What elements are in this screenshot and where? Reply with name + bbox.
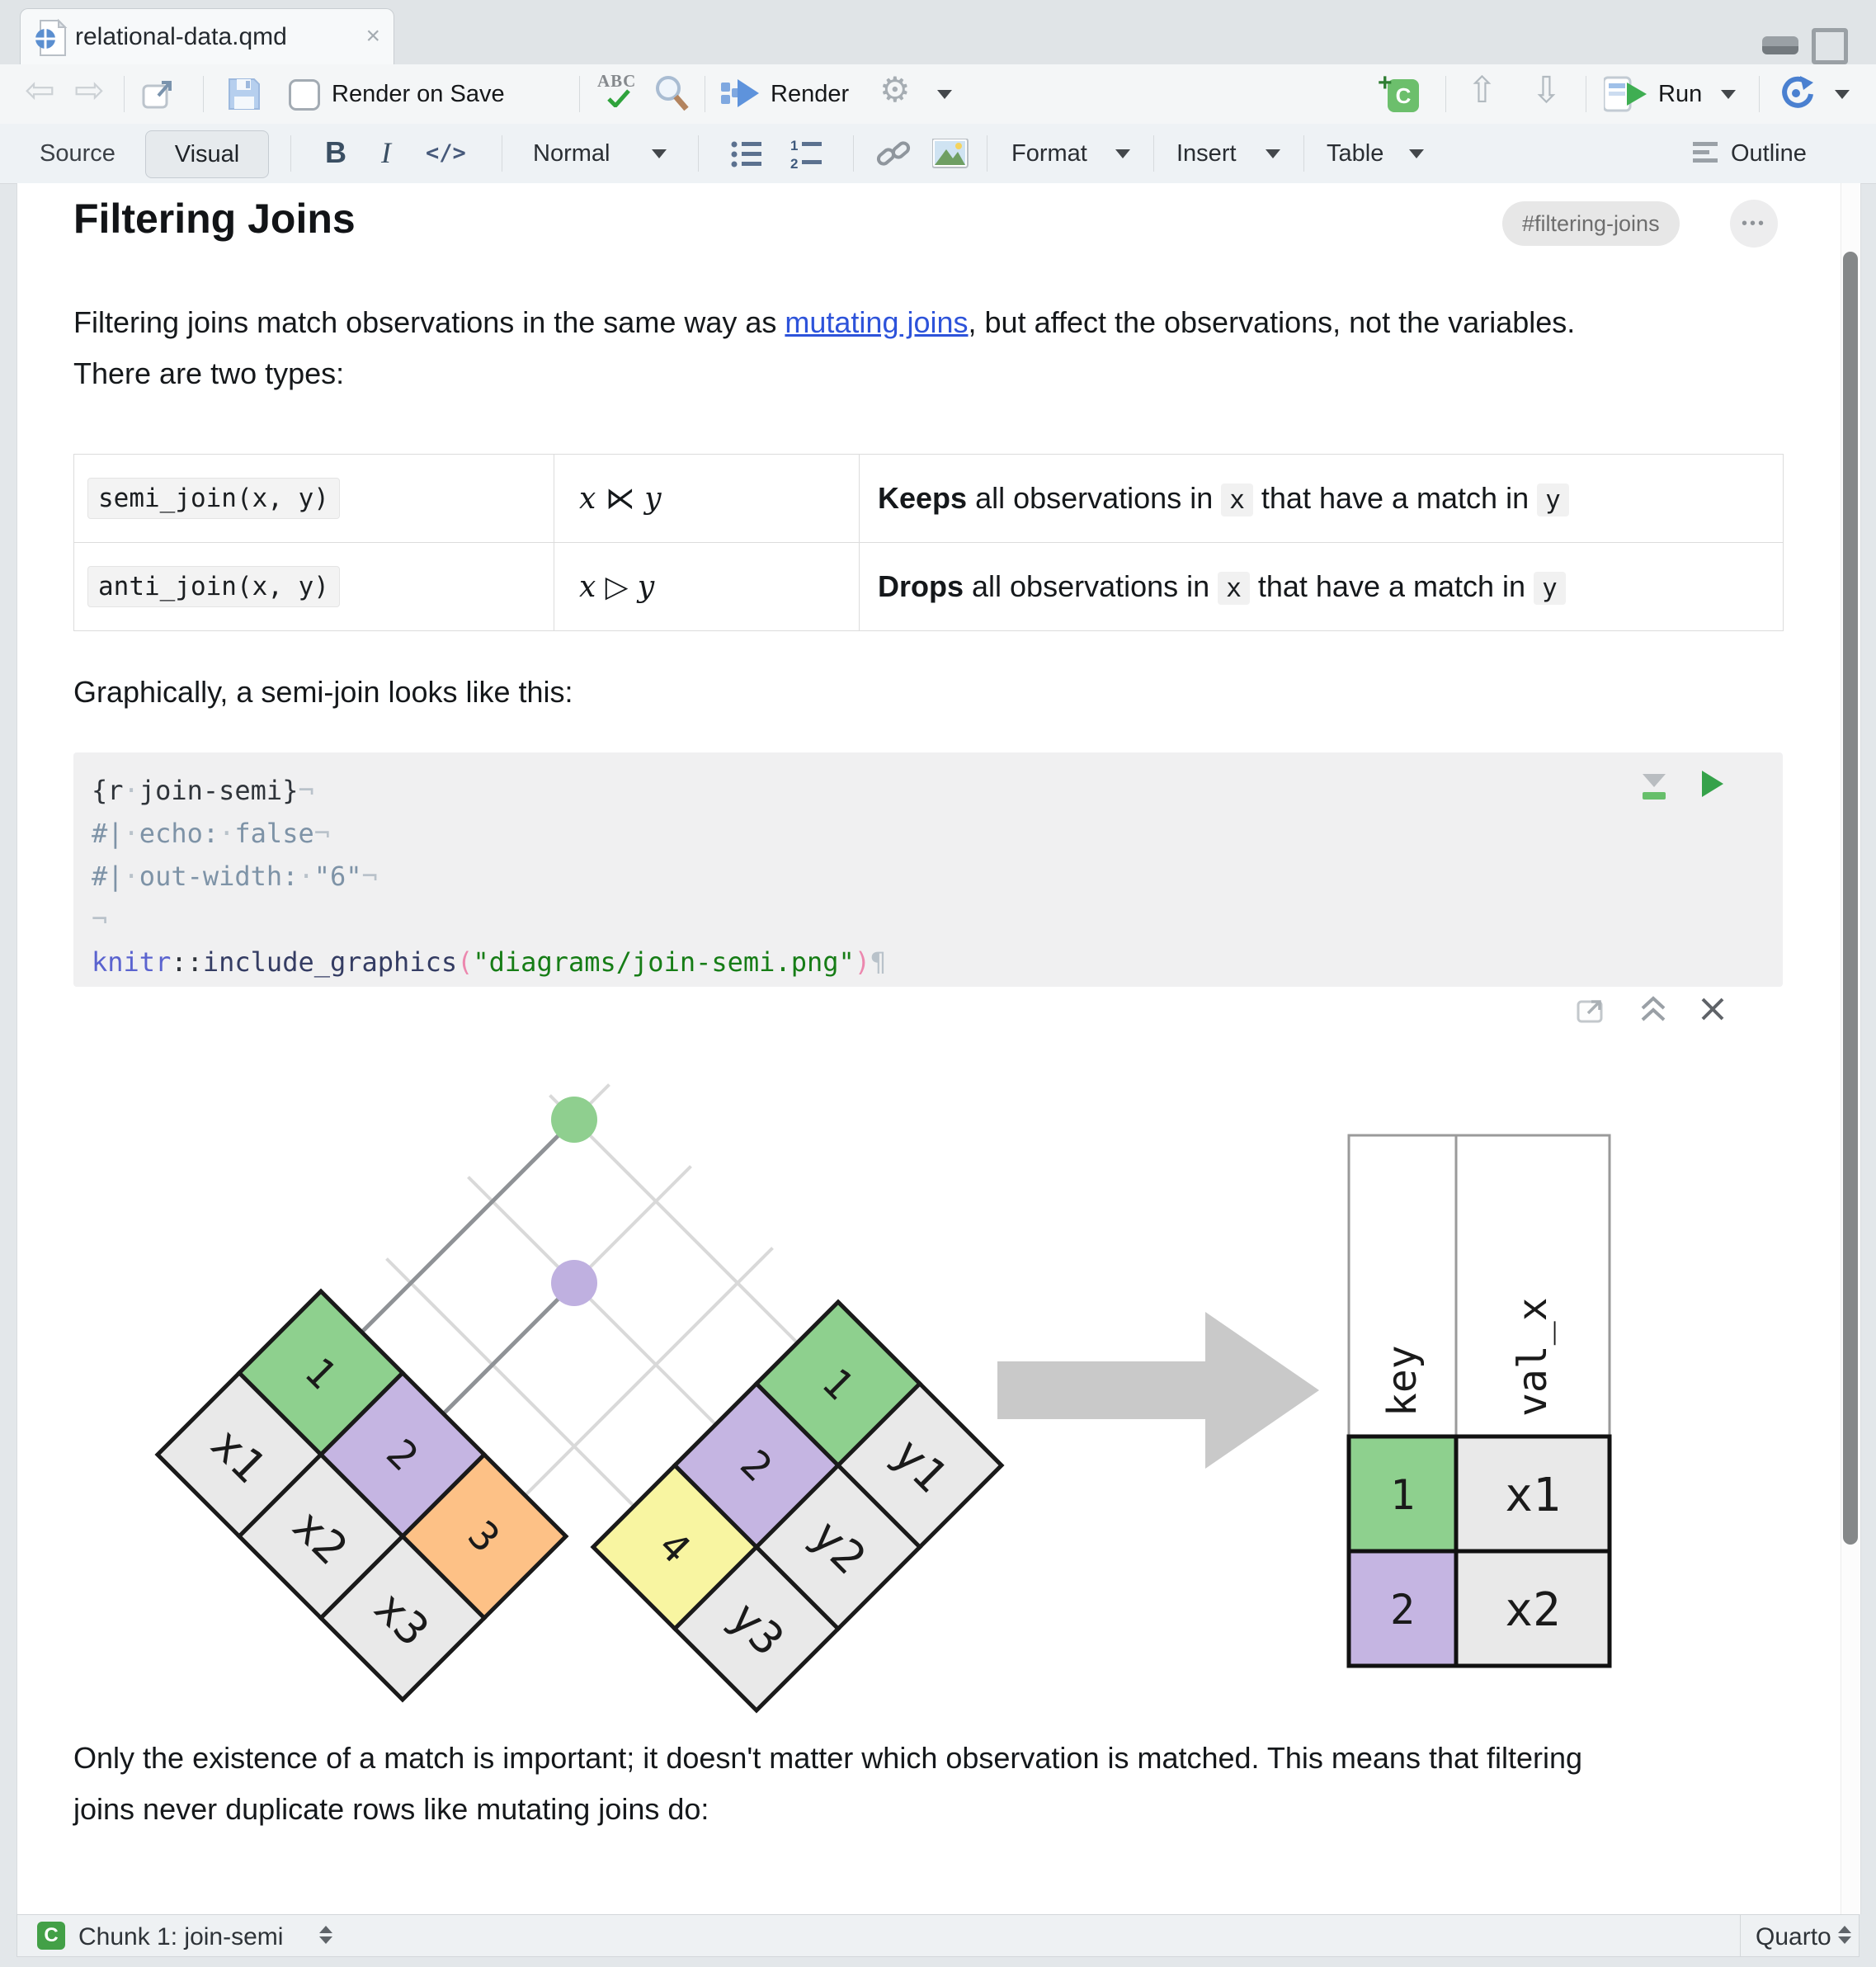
svg-text:val_x: val_x — [1510, 1298, 1556, 1417]
back-icon[interactable]: ⇦ — [25, 69, 55, 111]
tab-bar: relational-data.qmd × — [0, 0, 1876, 65]
render-on-save-checkbox[interactable] — [289, 79, 320, 111]
semi-join-math: x ⋉ y — [554, 454, 860, 543]
plus-icon: + — [1378, 69, 1393, 97]
rerun-icon[interactable] — [1777, 74, 1815, 112]
forward-icon[interactable]: ⇨ — [74, 69, 105, 111]
tab-relational-data[interactable]: relational-data.qmd × — [20, 8, 394, 65]
visual-mode-button[interactable]: Visual — [145, 130, 269, 178]
scrollbar-thumb[interactable] — [1843, 252, 1858, 1545]
svg-text:2: 2 — [790, 156, 798, 170]
svg-text:2: 2 — [1390, 1586, 1415, 1634]
code-chunk[interactable]: {r·join-semi}¬ #|·echo:·false¬ #|·out-widt… — [73, 752, 1783, 987]
visual-editor: Filtering Joins #filtering-joins ••• Fil… — [16, 183, 1861, 1914]
save-icon[interactable] — [226, 76, 262, 112]
section-options-button[interactable]: ••• — [1730, 200, 1778, 248]
inline-code-button[interactable]: </> — [426, 140, 466, 166]
run-button[interactable]: Run — [1658, 81, 1702, 108]
render-options-caret-icon[interactable] — [937, 90, 952, 99]
section-anchor-badge: #filtering-joins — [1502, 201, 1680, 246]
run-chunks-above-icon[interactable] — [1641, 771, 1669, 804]
format-menu-caret-icon[interactable] — [1115, 149, 1130, 158]
run-icon — [1604, 76, 1647, 112]
svg-text:key: key — [1379, 1345, 1426, 1417]
render-on-save-label: Render on Save — [332, 81, 505, 107]
table-row: anti_join(x, y) x ▷ y Drops all observat… — [73, 542, 1784, 631]
mutating-joins-link[interactable]: mutating joins — [785, 305, 968, 339]
outline-icon[interactable] — [1693, 142, 1721, 167]
table-menu[interactable]: Table — [1327, 140, 1383, 167]
source-mode-button[interactable]: Source — [40, 140, 115, 167]
svg-text:1: 1 — [790, 139, 798, 153]
intro-paragraph: Filtering joins match observations in th… — [73, 297, 1624, 399]
paragraph-style-caret-icon[interactable] — [652, 149, 667, 158]
anti-join-math: x ▷ y — [554, 542, 860, 631]
window-maximize-button[interactable] — [1812, 28, 1848, 64]
page-title: Filtering Joins — [73, 196, 356, 242]
numbered-list-icon[interactable]: 1 2 — [790, 139, 825, 170]
table-menu-caret-icon[interactable] — [1409, 149, 1424, 158]
spellcheck-icon[interactable]: ABC — [597, 71, 643, 117]
doc-type-updown-icon — [1838, 1924, 1851, 1946]
svg-text:1: 1 — [1390, 1471, 1415, 1519]
search-icon[interactable] — [653, 74, 690, 112]
intro-text: Filtering joins match observations in th… — [73, 305, 785, 339]
paragraph-style-select[interactable]: Normal — [533, 140, 610, 167]
quarto-file-icon — [35, 19, 68, 56]
rerun-options-caret-icon[interactable] — [1835, 90, 1850, 99]
format-toolbar: Source Visual B I </> Normal 1 2 Format … — [0, 124, 1876, 184]
match-dot-green — [551, 1097, 597, 1143]
main-toolbar: ⇦ ⇨ Render on Save ABC Render ⚙ C + ⇧ ⇩ — [0, 64, 1876, 125]
status-bar: C Chunk 1: join-semi Quarto — [16, 1914, 1860, 1957]
editor-scrollbar[interactable] — [1841, 183, 1860, 1914]
render-button[interactable]: Render — [771, 81, 849, 108]
match-dot-purple — [551, 1260, 597, 1306]
svg-text:x2: x2 — [1505, 1583, 1560, 1637]
semi-join-code: semi_join(x, y) — [87, 478, 340, 519]
anti-join-code: anti_join(x, y) — [87, 566, 340, 607]
table-row: semi_join(x, y) x ⋉ y Keeps all observat… — [73, 454, 1784, 543]
window-minimize-button[interactable] — [1762, 36, 1798, 54]
open-in-new-window-icon[interactable] — [142, 78, 175, 111]
run-options-caret-icon[interactable] — [1721, 90, 1736, 99]
result-arrow-icon — [997, 1312, 1319, 1469]
insert-chunk-button[interactable]: C + — [1378, 69, 1421, 114]
go-to-previous-chunk-icon[interactable]: ⇧ — [1467, 69, 1497, 111]
italic-button[interactable]: I — [381, 135, 391, 170]
graphically-paragraph: Graphically, a semi-join looks like this… — [73, 675, 573, 709]
semi-join-description: Keeps all observations in x that have a … — [859, 454, 1784, 543]
doc-type-selector[interactable]: Quarto — [1740, 1915, 1860, 1956]
render-icon — [721, 79, 759, 107]
chunk-code-lines: {r·join-semi}¬ #|·echo:·false¬ #|·out-widt… — [92, 775, 887, 978]
outline-button[interactable]: Outline — [1731, 140, 1807, 167]
run-chunk-icon[interactable] — [1700, 769, 1725, 800]
chunk-navigator[interactable]: Chunk 1: join-semi — [78, 1923, 283, 1951]
chunk-language-badge: C — [37, 1922, 65, 1950]
close-output-icon[interactable] — [1700, 997, 1725, 1021]
anti-join-description: Drops all observations in x that have a … — [859, 542, 1784, 631]
doc-type-label: Quarto — [1756, 1923, 1831, 1950]
tab-close-icon[interactable]: × — [365, 22, 380, 50]
link-icon[interactable] — [876, 139, 912, 170]
closing-paragraph: Only the existence of a match is importa… — [73, 1741, 1583, 1826]
chunk-navigator-updown-icon[interactable] — [319, 1924, 332, 1946]
result-table: key val_x 1 x1 2 x2 — [1346, 1134, 1612, 1668]
go-to-next-chunk-icon[interactable]: ⇩ — [1531, 69, 1562, 111]
gear-icon[interactable]: ⚙ — [879, 69, 911, 110]
bold-button[interactable]: B — [325, 135, 346, 170]
tab-title: relational-data.qmd — [75, 23, 287, 50]
image-icon[interactable] — [932, 139, 969, 168]
insert-menu-caret-icon[interactable] — [1266, 149, 1280, 158]
insert-menu[interactable]: Insert — [1176, 140, 1237, 167]
bullet-list-icon[interactable] — [731, 140, 764, 168]
format-menu[interactable]: Format — [1011, 140, 1087, 167]
join-types-table: semi_join(x, y) x ⋉ y Keeps all observat… — [73, 454, 1784, 631]
svg-text:x1: x1 — [1505, 1469, 1560, 1522]
semi-join-diagram-image: 1 2 3 x1 x2 x3 4 2 1 y3 y2 y1 key val_x … — [154, 1083, 1612, 1714]
